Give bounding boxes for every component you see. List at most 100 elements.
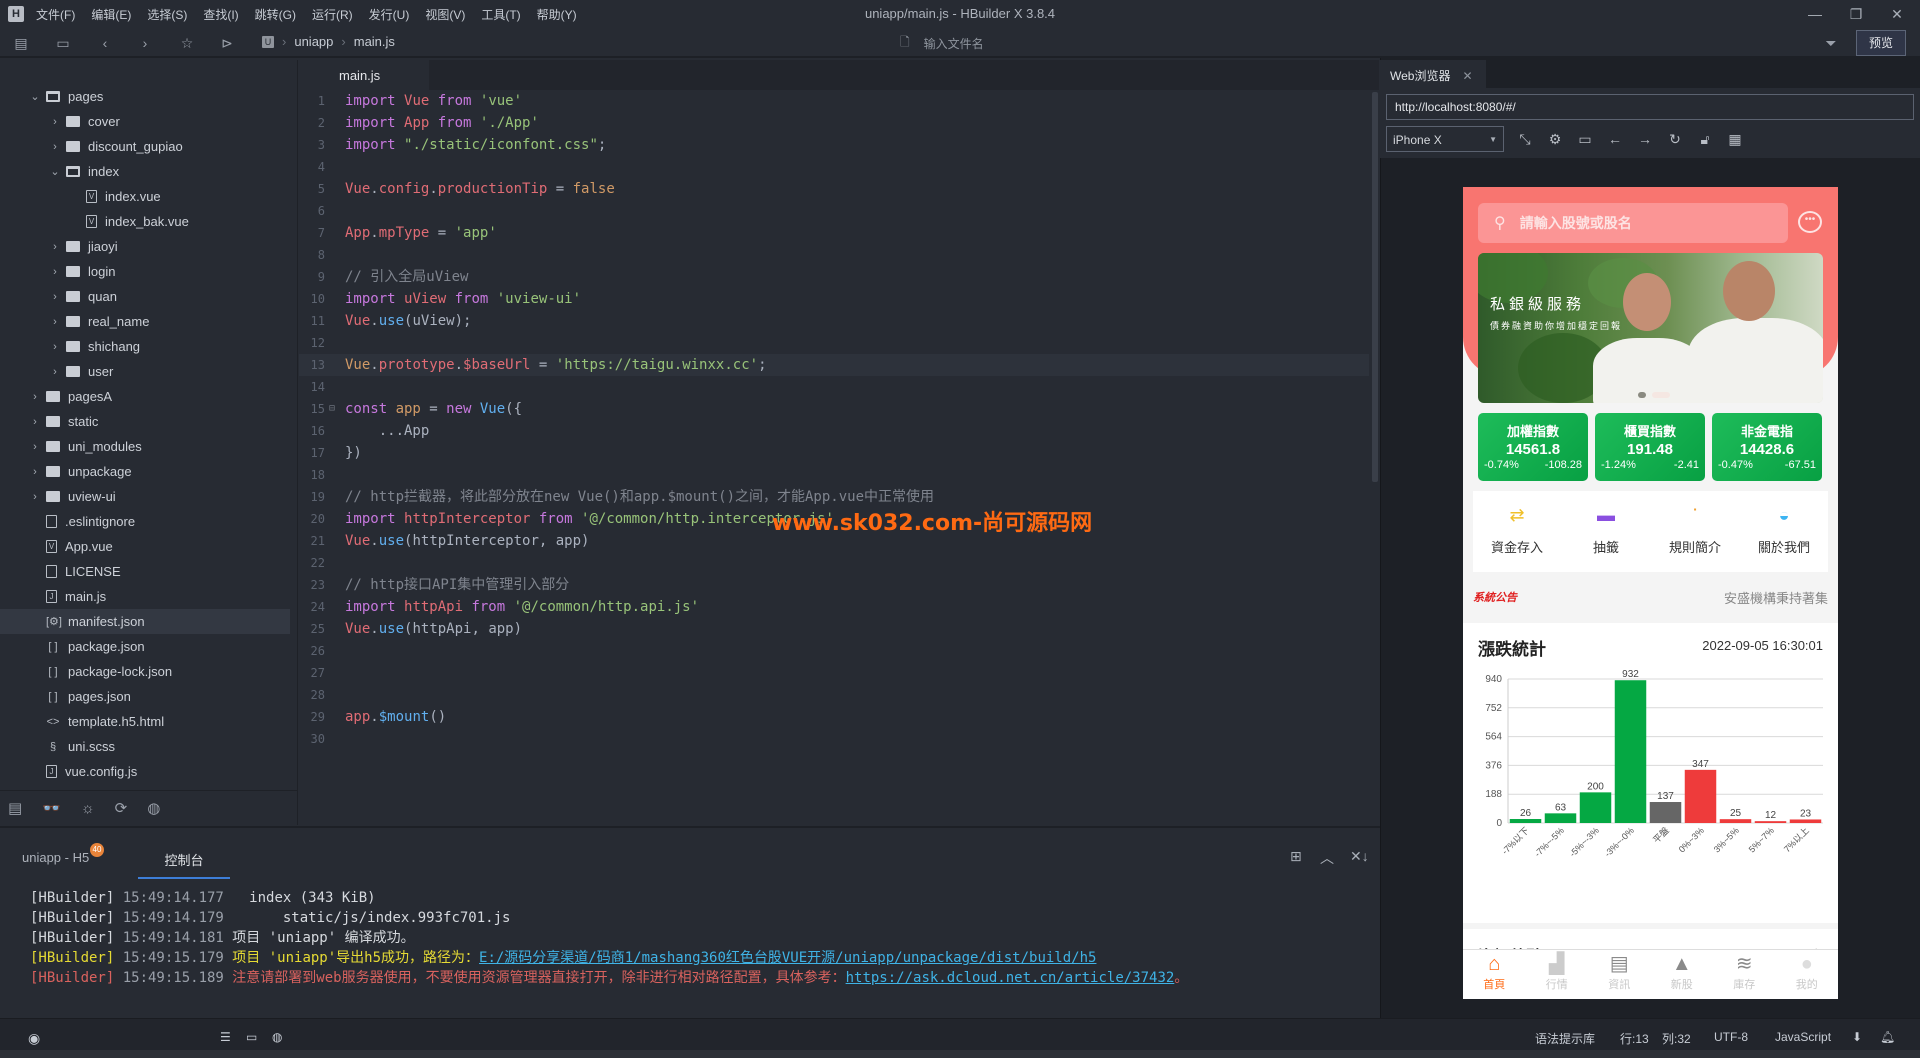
chevron-right-icon[interactable]: › — [48, 241, 62, 253]
chevron-right-icon[interactable]: › — [28, 466, 42, 478]
menu-view[interactable]: 视图(V) — [425, 6, 465, 23]
editor-scrollbar[interactable] — [1372, 92, 1378, 482]
file-search-input[interactable]: 🗋 输入文件名 — [900, 32, 1600, 54]
language-mode[interactable]: JavaScript — [1775, 1030, 1831, 1044]
tree-item[interactable]: V App.vue — [0, 534, 290, 559]
chevron-right-icon[interactable]: › — [28, 416, 42, 428]
chevron-right-icon[interactable]: › — [48, 266, 62, 278]
tab-home[interactable]: ⌂ 首頁 — [1463, 950, 1526, 999]
code-line[interactable]: 2 import App from './App' — [299, 112, 1369, 134]
code-line[interactable]: 7 App.mpType = 'app' — [299, 222, 1369, 244]
carousel-dot-active[interactable] — [1652, 392, 1670, 398]
clear-console-icon[interactable]: ✕↓ — [1350, 848, 1369, 865]
tree-item[interactable]: [⚙] manifest.json — [0, 609, 290, 634]
chevron-down-icon[interactable]: ⌄ — [48, 165, 62, 178]
code-line[interactable]: 23 // http接口API集中管理引入部分 — [299, 574, 1369, 596]
code-line[interactable]: 18 — [299, 464, 1369, 486]
console-icon[interactable]: ▭ — [1576, 130, 1594, 148]
close-tab-icon[interactable]: ✕ — [1462, 69, 1472, 83]
outline-list-icon[interactable]: ☰ — [220, 1030, 231, 1044]
back-arrow-icon[interactable]: ← — [1606, 130, 1624, 148]
tree-item[interactable]: › pagesA — [0, 384, 290, 409]
code-line[interactable]: 21 Vue.use(httpInterceptor, app) — [299, 530, 1369, 552]
code-line[interactable]: 8 — [299, 244, 1369, 266]
tab-inventory[interactable]: ≋ 庫存 — [1713, 950, 1776, 999]
menu-publish[interactable]: 发行(U) — [369, 6, 410, 23]
quick-nav-rules[interactable]: ▪ 規則簡介 — [1651, 491, 1739, 572]
tab-console[interactable]: 控制台 — [138, 850, 230, 879]
tree-item[interactable]: [ ] package-lock.json — [0, 659, 290, 684]
tree-item[interactable]: <> template.h5.html — [0, 709, 290, 734]
menu-find[interactable]: 查找(I) — [203, 6, 238, 23]
code-line[interactable]: 14 — [299, 376, 1369, 398]
chevron-right-icon[interactable]: › — [48, 341, 62, 353]
tree-item[interactable]: › discount_gupiao — [0, 134, 290, 159]
binoculars-icon[interactable]: 👓 — [42, 799, 61, 817]
code-line[interactable]: 26 — [299, 640, 1369, 662]
code-line[interactable]: 10 import uView from 'uview-ui' — [299, 288, 1369, 310]
forward-icon[interactable]: › — [136, 34, 154, 52]
account-icon[interactable]: ◉ — [28, 1030, 40, 1047]
qrcode-icon[interactable]: ▦ — [1726, 130, 1744, 148]
restore-button[interactable]: ❐ — [1833, 0, 1879, 28]
breadcrumb-project[interactable]: uniapp — [294, 34, 333, 49]
tree-item[interactable]: › login — [0, 259, 290, 284]
tree-item[interactable]: › cover — [0, 109, 290, 134]
chevron-right-icon[interactable]: › — [48, 116, 62, 128]
menu-edit[interactable]: 编辑(E) — [91, 6, 131, 23]
tree-item[interactable]: › uview-ui — [0, 484, 290, 509]
fold-toggle-icon[interactable]: ⊟ — [329, 398, 335, 420]
tree-item[interactable]: LICENSE — [0, 559, 290, 584]
code-line[interactable]: 22 — [299, 552, 1369, 574]
chevron-right-icon[interactable]: › — [48, 291, 62, 303]
code-line[interactable]: 28 — [299, 684, 1369, 706]
cursor-row[interactable]: 行:13 — [1620, 1030, 1649, 1047]
menu-select[interactable]: 选择(S) — [147, 6, 187, 23]
tree-item[interactable]: Jmain.js — [0, 584, 290, 609]
reload-icon[interactable]: ↻ — [1666, 130, 1684, 148]
editor-tab-main-js[interactable]: main.js — [299, 60, 429, 90]
close-window-button[interactable]: ✕ — [1874, 0, 1920, 28]
breadcrumb-file[interactable]: main.js — [354, 34, 395, 49]
tree-item[interactable]: Vindex.vue — [0, 184, 290, 209]
tree-item[interactable]: › quan — [0, 284, 290, 309]
tab-web-browser[interactable]: Web浏览器 ✕ — [1380, 60, 1486, 88]
download-icon[interactable]: ⬇ — [1852, 1030, 1862, 1044]
tab-news[interactable]: ▤ 資訊 — [1588, 950, 1651, 999]
carousel-dot[interactable] — [1638, 392, 1646, 398]
code-line[interactable]: 1 import Vue from 'vue' — [299, 90, 1369, 112]
new-terminal-icon[interactable]: ⊞ — [1290, 848, 1302, 865]
sync-icon[interactable]: ⟳ — [115, 799, 128, 817]
unlock-icon[interactable]: 🔓︎ — [1696, 130, 1714, 148]
index-card[interactable]: 加權指數 14561.8 -0.74% -108.28 — [1478, 413, 1588, 481]
back-icon[interactable]: ‹ — [96, 34, 114, 52]
chevron-right-icon[interactable]: › — [48, 316, 62, 328]
syntax-library[interactable]: 语法提示库 — [1535, 1030, 1595, 1047]
code-line[interactable]: 13 Vue.prototype.$baseUrl = 'https://taig… — [299, 354, 1369, 376]
code-line[interactable]: 17}) — [299, 442, 1369, 464]
menu-file[interactable]: 文件(F) — [36, 6, 75, 23]
code-line[interactable]: 3 import "./static/iconfont.css"; — [299, 134, 1369, 156]
tab-market[interactable]: ▟ 行情 — [1526, 950, 1589, 999]
code-line[interactable]: 6 — [299, 200, 1369, 222]
tree-item[interactable]: Vindex_bak.vue — [0, 209, 290, 234]
collapse-up-icon[interactable]: ︿ — [1320, 848, 1334, 868]
code-line[interactable]: 9 // 引入全局uView — [299, 266, 1369, 288]
tab-mine[interactable]: ● 我的 — [1776, 950, 1839, 999]
code-line[interactable]: 20 import httpInterceptor from '@/common/… — [299, 508, 1369, 530]
tree-item[interactable]: ⌄ pages — [0, 84, 290, 109]
menu-run[interactable]: 运行(R) — [312, 6, 353, 23]
tree-item[interactable]: Jvue.config.js — [0, 759, 290, 784]
debug-bug-icon[interactable]: ☼ — [81, 800, 95, 817]
notification-bell-icon[interactable]: 🔔︎ — [1880, 1030, 1895, 1044]
index-card[interactable]: 櫃買指數 191.48 -1.24% -2.41 — [1595, 413, 1705, 481]
resize-icon[interactable]: ⤡ — [1516, 130, 1534, 148]
terminal-icon[interactable]: ▭ — [246, 1030, 257, 1044]
code-line[interactable]: 15 ⊟ const app = new Vue({ — [299, 398, 1369, 420]
tree-item[interactable]: › real_name — [0, 309, 290, 334]
log-link[interactable]: https://ask.dcloud.net.cn/article/37432 — [846, 970, 1175, 986]
stock-search-input[interactable]: ⚲ 請輸入股號或股名 — [1478, 203, 1788, 243]
system-notice[interactable]: 系統公告 安盛機構秉持著集 — [1463, 577, 1838, 617]
cursor-col[interactable]: 列:32 — [1662, 1030, 1691, 1047]
tree-item[interactable]: ⌄ index — [0, 159, 290, 184]
